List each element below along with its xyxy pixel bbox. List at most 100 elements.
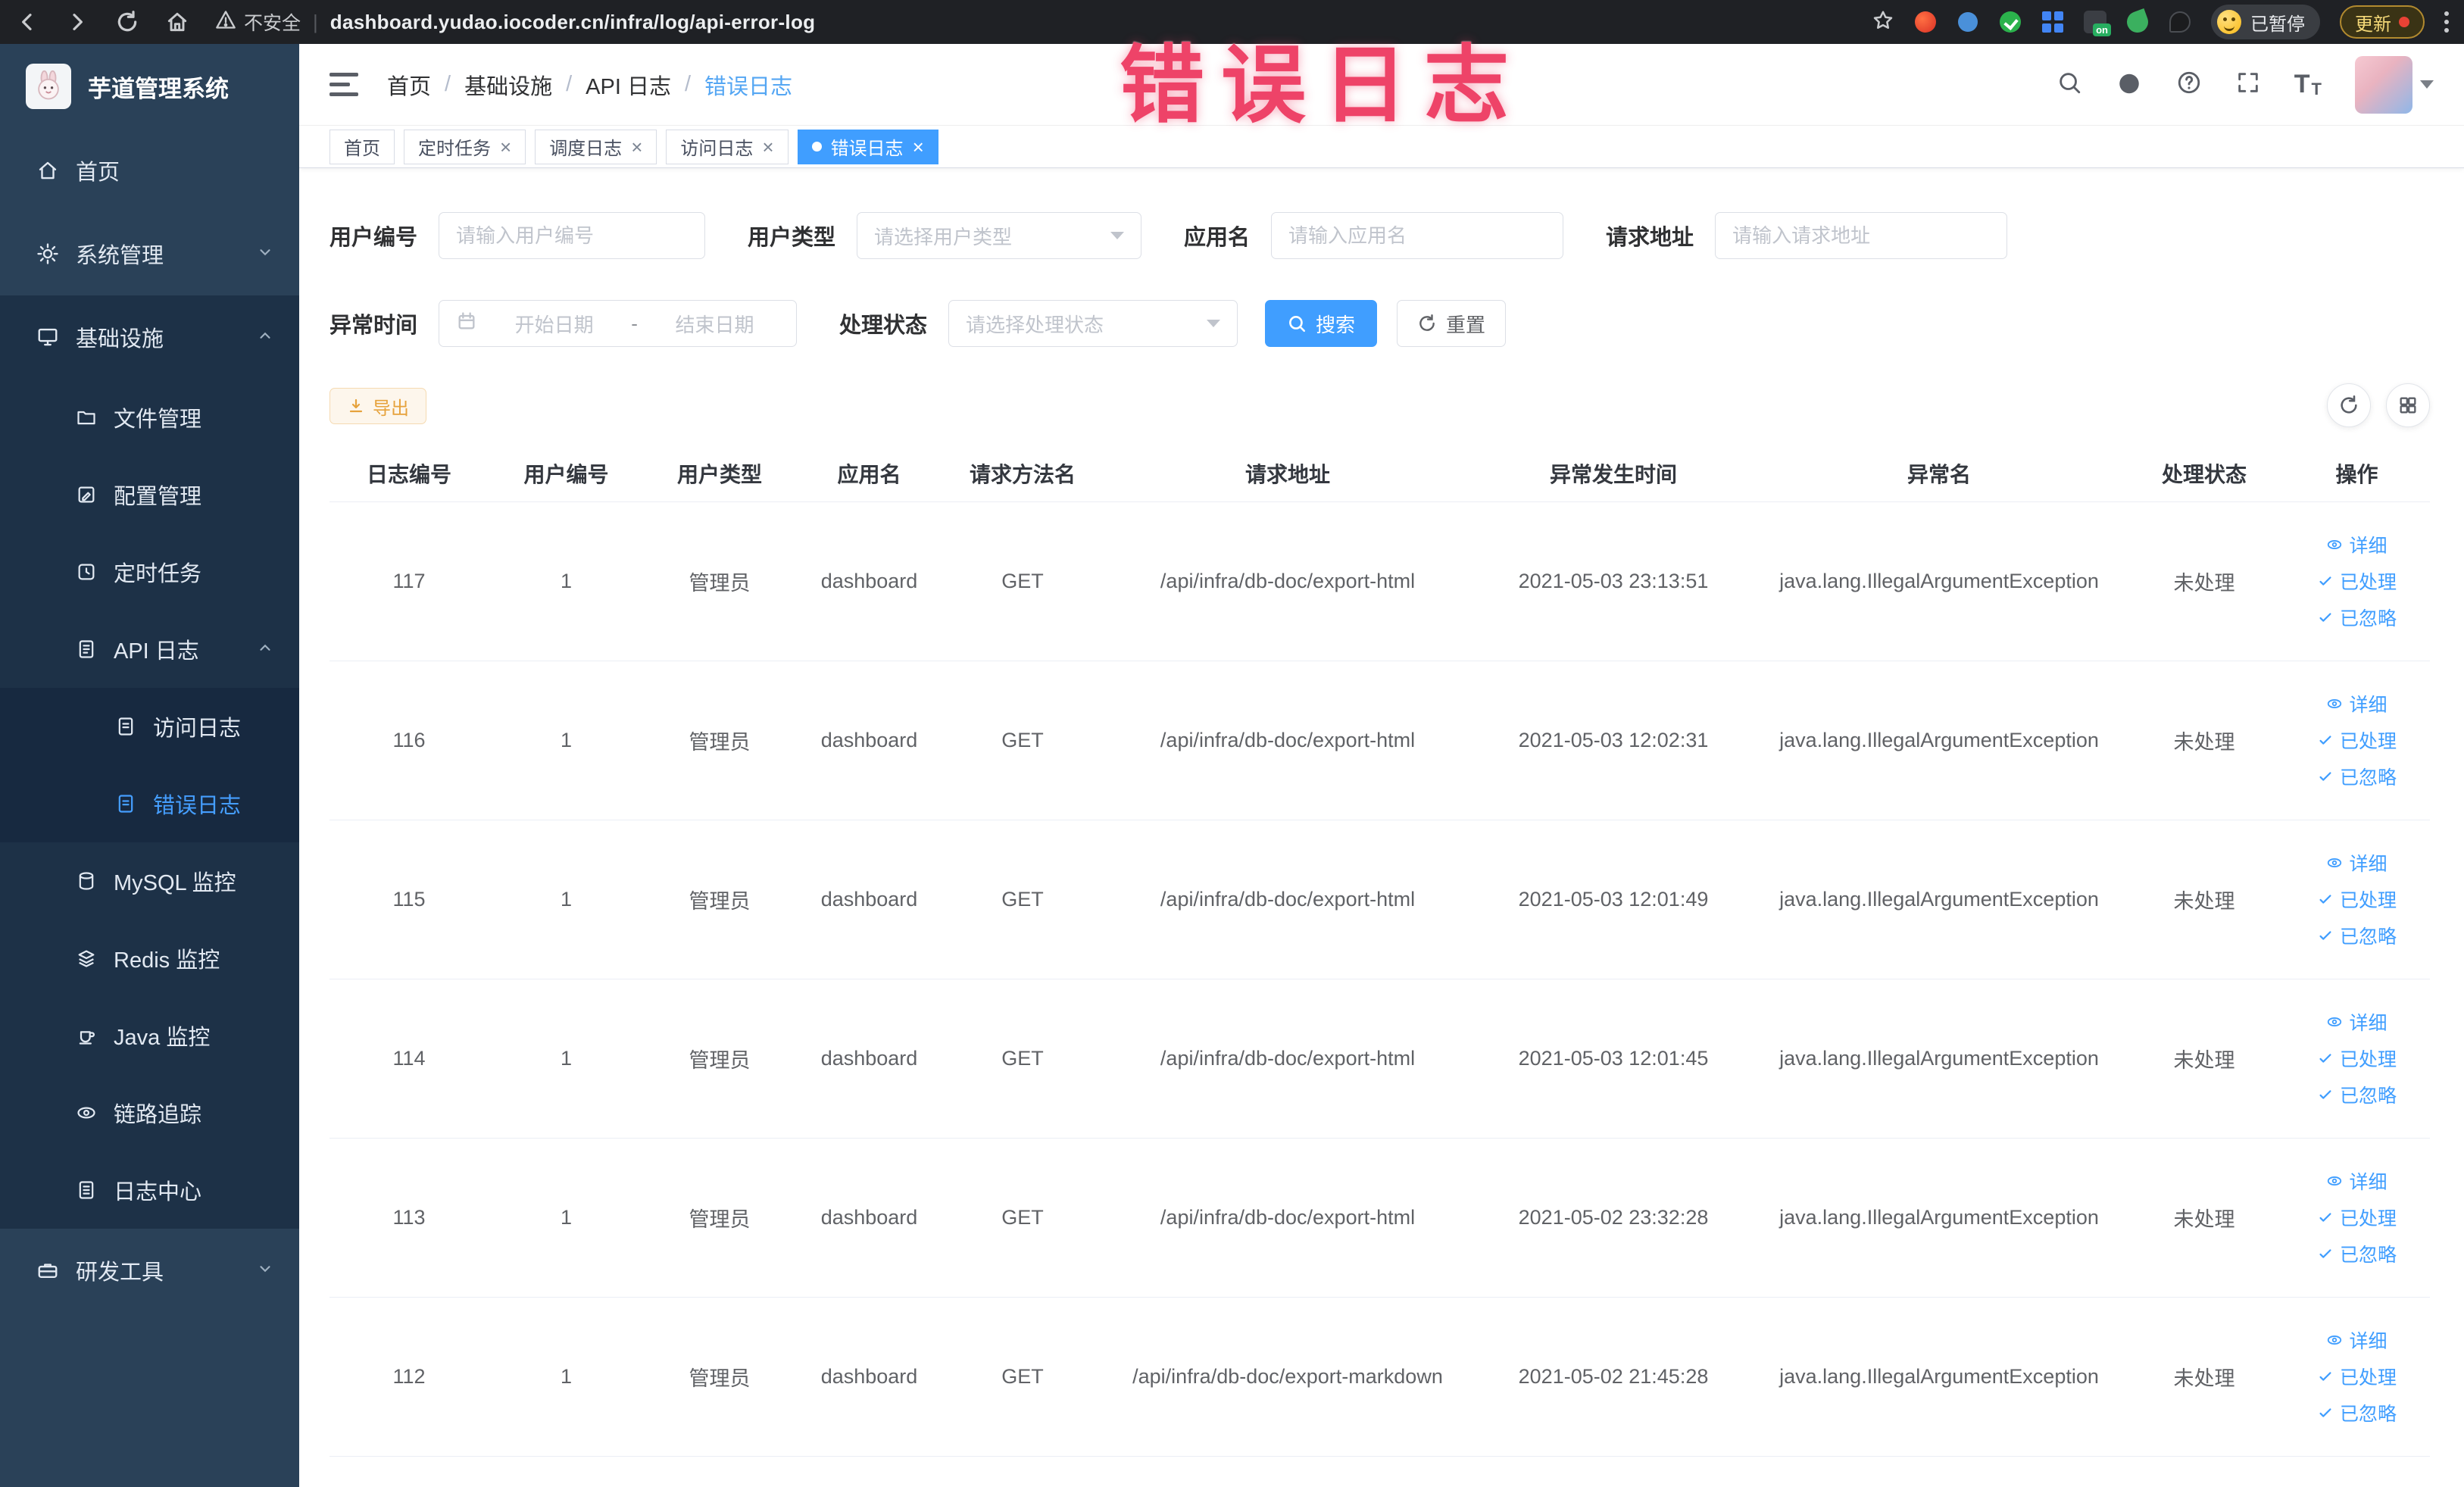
mark-ignored-link[interactable]: 已忽略	[2288, 917, 2425, 954]
extension-green-check-icon[interactable]	[1999, 11, 2022, 33]
sidebar-item-system[interactable]: 系统管理	[0, 212, 299, 295]
download-icon	[349, 398, 363, 413]
tab-close-icon[interactable]: ×	[500, 137, 511, 157]
detail-link[interactable]: 详细	[2288, 1004, 2425, 1040]
export-button[interactable]: 导出	[329, 388, 426, 424]
cell-log-id: 113	[329, 1138, 489, 1298]
tab-access-logs[interactable]: 访问日志 ×	[666, 129, 789, 164]
sidebar-item-redis-monitor[interactable]: Redis 监控	[0, 920, 299, 997]
tab-close-icon[interactable]: ×	[631, 137, 642, 157]
mark-ignored-link[interactable]: 已忽略	[2288, 1236, 2425, 1272]
column-settings-button[interactable]	[2386, 383, 2430, 427]
extension-grid-icon[interactable]	[2041, 11, 2064, 33]
mark-ignored-link[interactable]: 已忽略	[2288, 1395, 2425, 1431]
document-icon	[118, 795, 133, 813]
mark-ignored-link[interactable]: 已忽略	[2288, 599, 2425, 636]
detail-link[interactable]: 详细	[2288, 526, 2425, 563]
update-button[interactable]: 更新	[2340, 5, 2425, 39]
reload-icon[interactable]	[115, 10, 139, 34]
user-type-select[interactable]: 请选择用户类型	[857, 212, 1142, 259]
sidebar-item-error-logs[interactable]: 错误日志	[0, 765, 299, 842]
user-id-input[interactable]	[456, 223, 689, 248]
mark-processed-link[interactable]: 已处理	[2288, 1040, 2425, 1076]
app-logo[interactable]: 芋道管理系统	[0, 44, 299, 129]
sidebar-item-access-logs[interactable]: 访问日志	[0, 688, 299, 765]
tab-scheduled-tasks[interactable]: 定时任务 ×	[404, 129, 526, 164]
refresh-icon	[2341, 395, 2357, 414]
request-url-input[interactable]	[1732, 223, 1991, 248]
sidebar-item-home[interactable]: 首页	[0, 129, 299, 212]
forward-icon[interactable]	[65, 10, 89, 34]
tab-dispatch-logs[interactable]: 调度日志 ×	[535, 129, 657, 164]
hamburger-icon[interactable]	[329, 73, 358, 96]
extension-blue-icon[interactable]	[1957, 11, 1979, 33]
sidebar-item-scheduled-tasks[interactable]: 定时任务	[0, 533, 299, 611]
process-status-select[interactable]: 请选择处理状态	[948, 300, 1238, 347]
extension-on-badge-icon[interactable]: on	[2084, 11, 2111, 36]
detail-link[interactable]: 详细	[2288, 686, 2425, 722]
extension-dark-icon[interactable]	[2169, 11, 2191, 33]
search-icon[interactable]	[2056, 70, 2082, 99]
sidebar-item-link-tracing[interactable]: 链路追踪	[0, 1074, 299, 1151]
browser-menu-icon[interactable]	[2444, 11, 2449, 33]
eye-icon	[77, 1107, 95, 1119]
back-icon[interactable]	[15, 10, 39, 34]
extension-leaf-icon[interactable]	[2124, 8, 2151, 36]
detail-link[interactable]: 详细	[2288, 1163, 2425, 1199]
url-text[interactable]: dashboard.yudao.iocoder.cn/infra/log/api…	[330, 11, 816, 34]
app-header: 首页 / 基础设施 / API 日志 / 错误日志 TT	[299, 44, 2464, 126]
mark-processed-link[interactable]: 已处理	[2288, 1358, 2425, 1395]
tab-home[interactable]: 首页	[329, 129, 395, 164]
detail-link[interactable]: 详细	[2288, 1322, 2425, 1358]
breadcrumb-home[interactable]: 首页	[387, 69, 431, 101]
sidebar-item-config-management[interactable]: 配置管理	[0, 456, 299, 533]
date-range-picker[interactable]: 开始日期 - 结束日期	[439, 300, 798, 347]
sidebar-item-java-monitor[interactable]: Java 监控	[0, 997, 299, 1074]
cell-app-name: dashboard	[795, 661, 943, 820]
cell-exception-time: 2021-05-03 12:01:49	[1473, 820, 1754, 979]
app-name-input[interactable]	[1288, 223, 1547, 248]
extension-red-icon[interactable]	[1914, 11, 1937, 33]
sidebar-item-mysql-monitor[interactable]: MySQL 监控	[0, 842, 299, 920]
home-icon	[39, 161, 57, 180]
browser-profile-badge[interactable]: 已暂停	[2211, 5, 2320, 39]
tab-close-icon[interactable]: ×	[913, 137, 924, 157]
mark-processed-link[interactable]: 已处理	[2288, 881, 2425, 917]
tab-close-icon[interactable]: ×	[762, 137, 773, 157]
sidebar-item-log-center[interactable]: 日志中心	[0, 1151, 299, 1229]
cell-operations: 详细 已处理 已忽略	[2284, 501, 2430, 661]
reset-button[interactable]: 重置	[1397, 300, 1507, 347]
error-log-table: 日志编号 用户编号 用户类型 应用名 请求方法名 请求地址 异常发生时间 异常名…	[329, 446, 2430, 1457]
cell-app-name: dashboard	[795, 1138, 943, 1298]
address-bar[interactable]: 不安全 | dashboard.yudao.iocoder.cn/infra/l…	[215, 8, 815, 36]
mark-ignored-link[interactable]: 已忽略	[2288, 1076, 2425, 1113]
update-alert-dot	[2399, 17, 2409, 27]
bookmark-star-icon[interactable]	[1872, 9, 1894, 36]
sidebar-item-infrastructure[interactable]: 基础设施	[0, 295, 299, 379]
mark-ignored-link[interactable]: 已忽略	[2288, 758, 2425, 795]
home-icon[interactable]	[165, 10, 189, 34]
sidebar-item-dev-tools[interactable]: 研发工具	[0, 1229, 299, 1312]
help-icon[interactable]	[2176, 70, 2202, 99]
search-button[interactable]: 搜索	[1265, 300, 1378, 347]
refresh-table-button[interactable]	[2327, 383, 2371, 427]
sidebar-item-api-logs[interactable]: API 日志	[0, 611, 299, 688]
user-avatar[interactable]	[2355, 55, 2412, 114]
tab-error-logs[interactable]: 错误日志 ×	[797, 129, 938, 164]
mark-processed-link[interactable]: 已处理	[2288, 1199, 2425, 1236]
sidebar-item-file-management[interactable]: 文件管理	[0, 379, 299, 456]
table-row: 117 1 管理员 dashboard GET /api/infra/db-do…	[329, 501, 2430, 661]
fullscreen-icon[interactable]	[2235, 70, 2261, 99]
col-status: 处理状态	[2125, 446, 2284, 502]
mark-processed-link[interactable]: 已处理	[2288, 563, 2425, 599]
mark-processed-link[interactable]: 已处理	[2288, 722, 2425, 758]
breadcrumb-infrastructure[interactable]: 基础设施	[464, 69, 552, 101]
font-size-icon[interactable]: TT	[2294, 70, 2322, 99]
user-menu[interactable]	[2355, 55, 2434, 114]
breadcrumb-api-logs[interactable]: API 日志	[586, 69, 671, 101]
chevron-down-icon	[257, 1258, 273, 1283]
detail-link[interactable]: 详细	[2288, 845, 2425, 881]
cell-user-type: 管理员	[644, 501, 795, 661]
cell-request-url: /api/infra/db-doc/export-html	[1102, 979, 1473, 1139]
github-icon[interactable]	[2116, 69, 2143, 100]
